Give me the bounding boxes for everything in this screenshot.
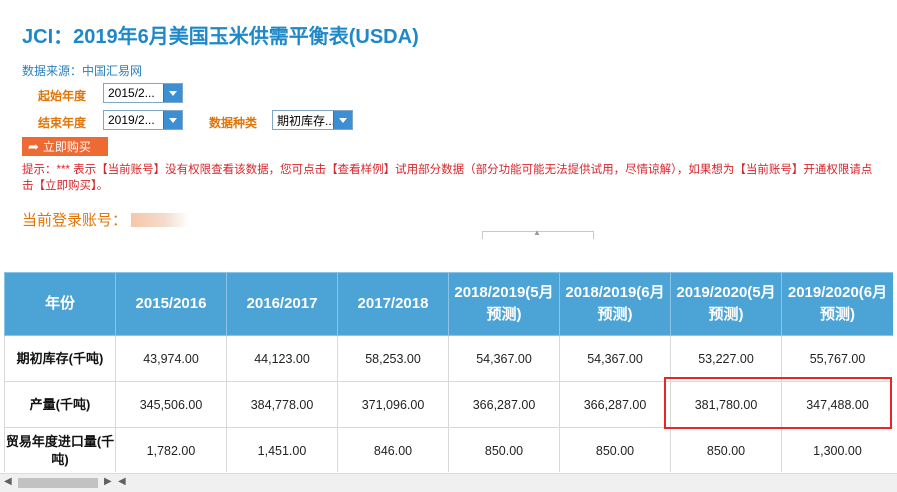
table-header-row: 年份 2015/2016 2016/2017 2017/2018 2018/20… bbox=[4, 272, 893, 336]
column-header: 2017/2018 bbox=[337, 272, 449, 336]
table-cell: 850.00 bbox=[670, 427, 782, 472]
column-header: 2019/2020(6月预测) bbox=[781, 272, 893, 336]
current-account: 当前登录账号： bbox=[22, 209, 190, 230]
table-cell: 1,451.00 bbox=[226, 427, 338, 472]
column-header: 2018/2019(5月预测) bbox=[448, 272, 560, 336]
chevron-down-icon[interactable] bbox=[163, 111, 182, 129]
end-year-select[interactable]: 2019/2... bbox=[103, 110, 183, 130]
column-header: 2019/2020(5月预测) bbox=[670, 272, 782, 336]
table-cell: 850.00 bbox=[448, 427, 560, 472]
data-type-value: 期初库存... bbox=[277, 113, 333, 128]
collapse-handle[interactable]: ▲ bbox=[482, 228, 594, 239]
table-cell: 55,767.00 bbox=[781, 335, 893, 382]
buy-now-button[interactable]: ➦ 立即购买 bbox=[22, 137, 108, 156]
share-arrow-icon: ➦ bbox=[28, 138, 39, 154]
horizontal-scrollbar[interactable]: ◀ ▶ ◀ bbox=[0, 473, 897, 492]
table-cell: 366,287.00 bbox=[559, 381, 671, 428]
table-row: 贸易年度进口量(千吨) 1,782.00 1,451.00 846.00 850… bbox=[4, 427, 893, 472]
start-year-label: 起始年度 bbox=[38, 89, 87, 103]
table-row: 期初库存(千吨) 43,974.00 44,123.00 58,253.00 5… bbox=[4, 335, 893, 382]
chevron-up-icon: ▲ bbox=[533, 228, 541, 237]
chevron-down-icon[interactable] bbox=[333, 111, 352, 129]
table-cell: 381,780.00 bbox=[670, 381, 782, 428]
data-source: 数据来源：中国汇易网 bbox=[22, 64, 143, 78]
table-cell: 53,227.00 bbox=[670, 335, 782, 382]
table-cell: 1,300.00 bbox=[781, 427, 893, 472]
table-cell: 345,506.00 bbox=[115, 381, 227, 428]
data-type-label: 数据种类 bbox=[209, 116, 258, 130]
start-year-select[interactable]: 2015/2... bbox=[103, 83, 183, 103]
table-cell: 366,287.00 bbox=[448, 381, 560, 428]
table-row: 产量(千吨) 345,506.00 384,778.00 371,096.00 … bbox=[4, 381, 893, 428]
supply-demand-table: 年份 2015/2016 2016/2017 2017/2018 2018/20… bbox=[4, 272, 893, 472]
page-title: JCI：2019年6月美国玉米供需平衡表(USDA) bbox=[22, 26, 419, 48]
table-cell: 54,367.00 bbox=[559, 335, 671, 382]
table-cell: 44,123.00 bbox=[226, 335, 338, 382]
scroll-right-icon[interactable]: ▶ bbox=[104, 476, 112, 487]
table-cell: 850.00 bbox=[559, 427, 671, 472]
column-header: 年份 bbox=[4, 272, 116, 336]
scroll-left-icon[interactable]: ◀ bbox=[4, 476, 12, 487]
table-cell: 371,096.00 bbox=[337, 381, 449, 428]
buy-now-label: 立即购买 bbox=[42, 140, 91, 154]
column-header: 2018/2019(6月预测) bbox=[559, 272, 671, 336]
table-cell: 54,367.00 bbox=[448, 335, 560, 382]
row-label: 期初库存(千吨) bbox=[4, 335, 116, 382]
start-year-value: 2015/2... bbox=[108, 86, 155, 100]
end-year-label: 结束年度 bbox=[38, 116, 87, 130]
scrollbar-thumb[interactable] bbox=[18, 478, 98, 488]
column-header: 2015/2016 bbox=[115, 272, 227, 336]
end-year-value: 2019/2... bbox=[108, 113, 155, 127]
table-cell: 846.00 bbox=[337, 427, 449, 472]
data-table-container: 年份 2015/2016 2016/2017 2017/2018 2018/20… bbox=[4, 272, 893, 472]
data-type-select[interactable]: 期初库存... bbox=[272, 110, 353, 130]
scroll-left-small-icon[interactable]: ◀ bbox=[118, 476, 126, 487]
table-cell: 347,488.00 bbox=[781, 381, 893, 428]
table-cell: 58,253.00 bbox=[337, 335, 449, 382]
table-cell: 43,974.00 bbox=[115, 335, 227, 382]
table-cell: 384,778.00 bbox=[226, 381, 338, 428]
permission-notice: 提示：*** 表示【当前账号】没有权限查看该数据，您可点击【查看样例】试用部分数… bbox=[22, 164, 873, 192]
table-cell: 1,782.00 bbox=[115, 427, 227, 472]
row-label: 产量(千吨) bbox=[4, 381, 116, 428]
account-label: 当前登录账号： bbox=[22, 212, 128, 229]
top-panel: JCI：2019年6月美国玉米供需平衡表(USDA) 数据来源：中国汇易网 起始… bbox=[0, 0, 897, 262]
chevron-down-icon[interactable] bbox=[163, 84, 182, 102]
row-label: 贸易年度进口量(千吨) bbox=[4, 427, 116, 472]
masked-account-name bbox=[131, 212, 190, 227]
column-header: 2016/2017 bbox=[226, 272, 338, 336]
